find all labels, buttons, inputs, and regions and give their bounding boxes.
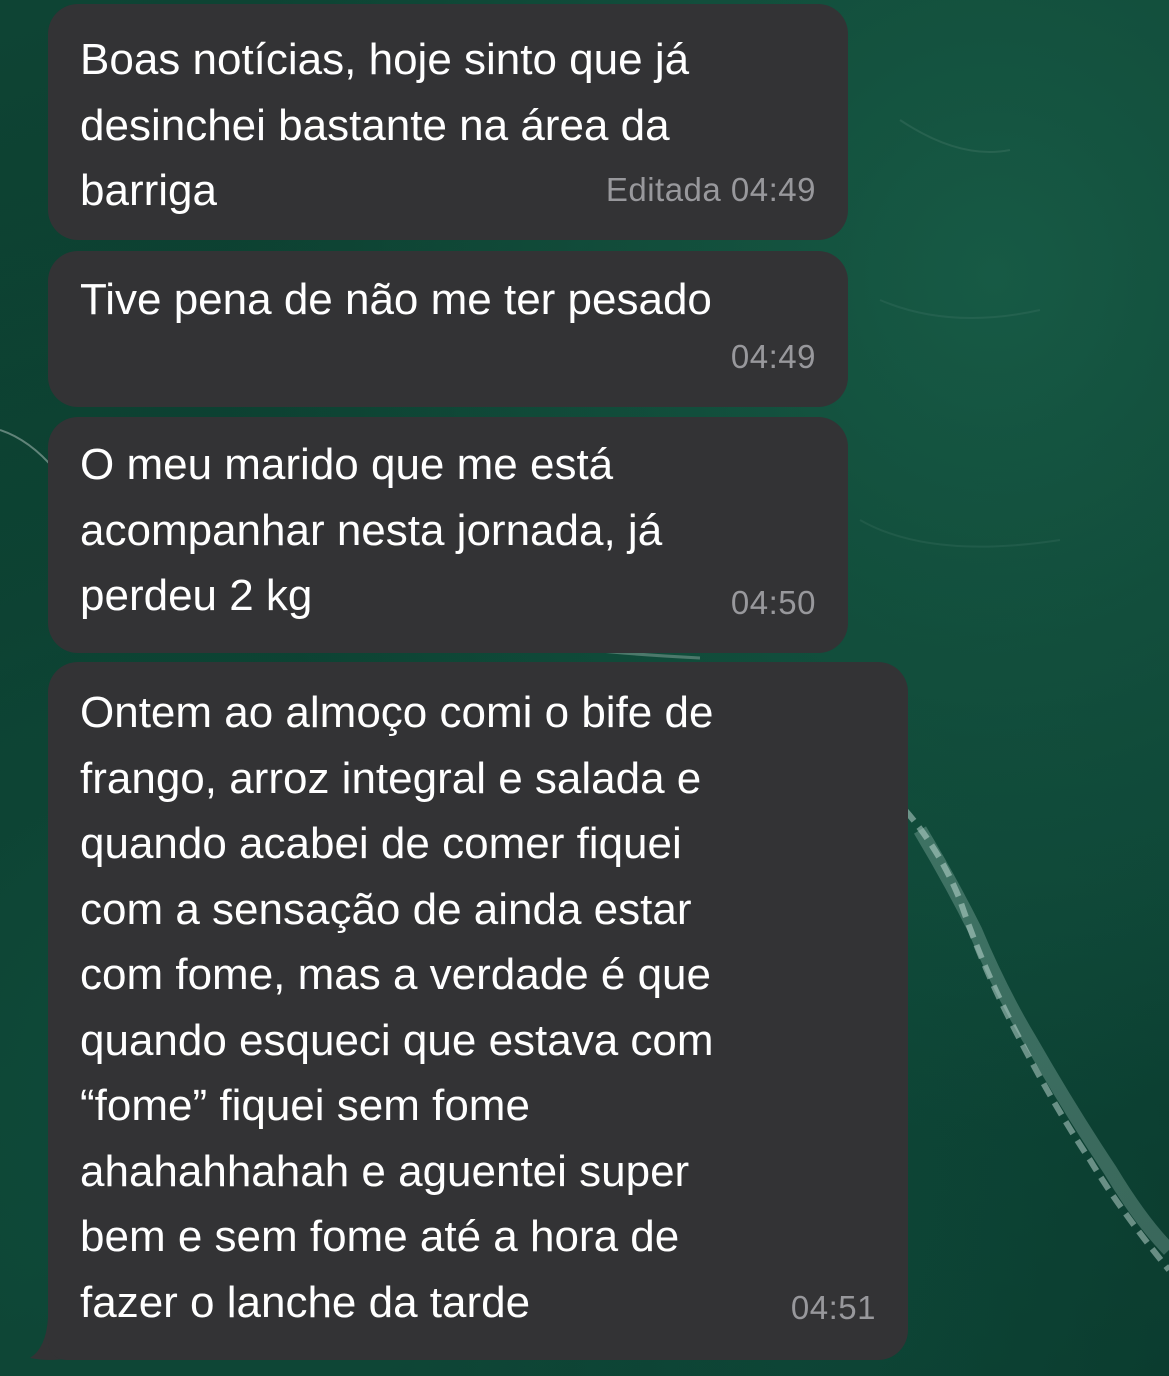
message-timestamp: 04:49 — [730, 337, 816, 375]
message-edited-timestamp: Editada 04:49 — [605, 170, 816, 208]
message-text: Tive pena de não me ter pesado — [80, 275, 712, 324]
message-bubble[interactable]: O meu marido que me está acompanhar nest… — [48, 417, 848, 653]
message-bubble[interactable]: Tive pena de não me ter pesado 04:49 — [48, 251, 848, 407]
message-text: Ontem ao almoço comi o bife de frango, a… — [80, 688, 714, 1327]
message-bubble[interactable]: Ontem ao almoço comi o bife de frango, a… — [48, 662, 908, 1360]
message-timestamp: 04:51 — [790, 1288, 876, 1326]
message-text: O meu marido que me está acompanhar nest… — [80, 440, 663, 620]
message-list: Boas notícias, hoje sinto que já desinch… — [0, 0, 1169, 1376]
message-timestamp: 04:50 — [730, 583, 816, 621]
message-bubble[interactable]: Boas notícias, hoje sinto que já desinch… — [48, 4, 848, 240]
